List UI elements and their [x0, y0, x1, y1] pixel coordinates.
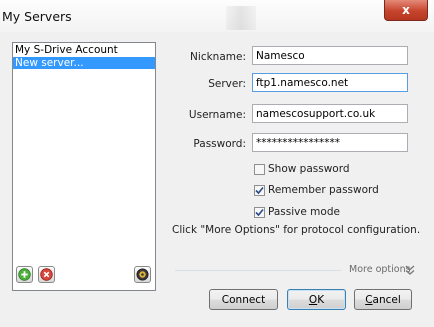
- server-list-item-selected[interactable]: New server...: [13, 57, 155, 69]
- more-options-divider: [175, 270, 341, 271]
- passive-mode-label: Passive mode: [268, 206, 340, 218]
- password-field[interactable]: ****************: [252, 133, 408, 152]
- dialog-body: My S-Drive Account New server... Nicknam…: [0, 32, 434, 327]
- title-bar-shading: [226, 6, 256, 30]
- add-server-icon: [18, 268, 31, 281]
- add-server-button[interactable]: [16, 266, 33, 283]
- show-password-checkbox[interactable]: [254, 163, 265, 175]
- nickname-field[interactable]: Namesco: [252, 46, 408, 65]
- server-list-item[interactable]: My S-Drive Account: [13, 44, 155, 56]
- nickname-label: Nickname:: [190, 51, 246, 63]
- server-settings-button[interactable]: [134, 266, 151, 283]
- remove-server-icon: [40, 268, 53, 281]
- more-options-link[interactable]: More options: [349, 264, 411, 275]
- ok-button[interactable]: OK: [287, 289, 346, 310]
- checkmark-icon: [255, 186, 264, 194]
- cancel-accelerator: C: [365, 293, 373, 306]
- protocol-hint: Click "More Options" for protocol config…: [172, 224, 421, 236]
- cancel-button[interactable]: Cancel: [354, 289, 412, 310]
- server-settings-icon: [136, 268, 149, 281]
- remember-password-option[interactable]: Remember password: [254, 183, 379, 197]
- double-chevron-down-icon[interactable]: [404, 264, 416, 276]
- cancel-label-rest: ancel: [372, 293, 401, 306]
- password-label: Password:: [193, 138, 246, 150]
- server-field[interactable]: ftp1.namesco.net: [252, 73, 408, 92]
- server-label: Server:: [208, 78, 246, 90]
- username-field[interactable]: namescosupport.co.uk: [252, 104, 408, 123]
- passive-mode-checkbox[interactable]: [254, 206, 265, 218]
- username-label: Username:: [188, 109, 246, 121]
- show-password-option[interactable]: Show password: [254, 162, 350, 176]
- passive-mode-option[interactable]: Passive mode: [254, 205, 340, 219]
- show-password-label: Show password: [268, 163, 350, 175]
- checkmark-icon: [255, 208, 264, 216]
- server-list[interactable]: My S-Drive Account New server...: [12, 42, 156, 291]
- ok-label-rest: K: [317, 293, 325, 306]
- close-button[interactable]: x: [384, 0, 428, 21]
- remember-password-label: Remember password: [268, 184, 379, 196]
- title-bar: My Servers x: [0, 0, 434, 32]
- connect-button[interactable]: Connect: [209, 289, 278, 310]
- remove-server-button[interactable]: [38, 266, 55, 283]
- window-title: My Servers: [2, 9, 72, 24]
- ok-accelerator: O: [308, 293, 318, 306]
- remember-password-checkbox[interactable]: [254, 184, 265, 196]
